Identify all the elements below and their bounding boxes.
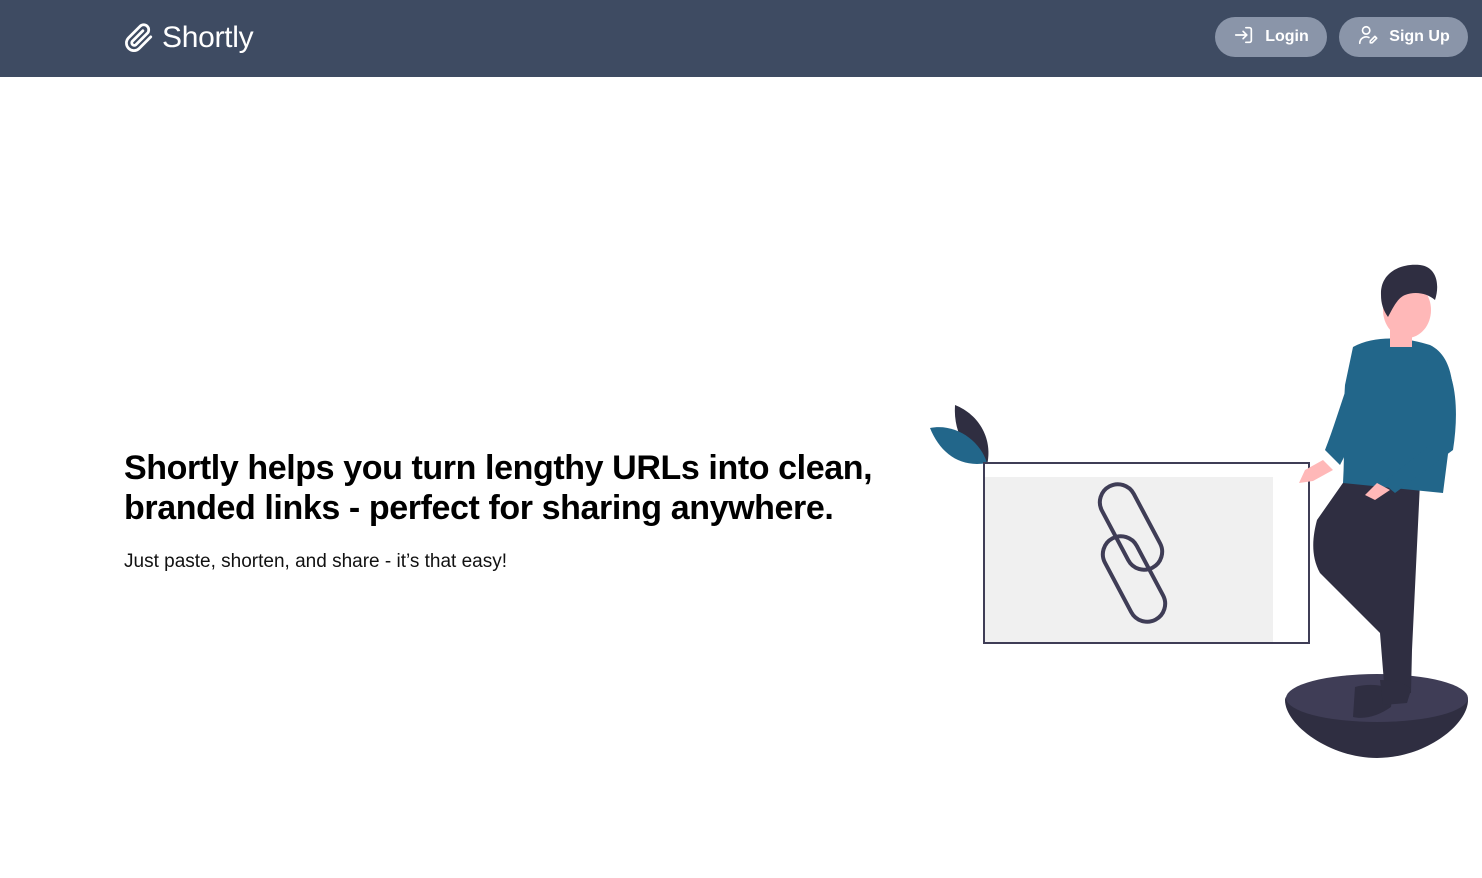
person-legs <box>1313 480 1420 695</box>
user-edit-icon <box>1357 24 1379 51</box>
login-label: Login <box>1265 28 1309 45</box>
brand-link[interactable]: Shortly <box>124 18 254 58</box>
hero-title: Shortly helps you turn lengthy URLs into… <box>124 449 873 527</box>
brand-name: Shortly <box>162 21 254 54</box>
hero-illustration <box>930 264 1468 758</box>
hero-subtitle: Just paste, shorten, and share - it’s th… <box>124 551 508 572</box>
signup-button[interactable]: Sign Up <box>1339 17 1468 57</box>
signup-label: Sign Up <box>1389 28 1450 45</box>
navbar: Shortly Login Sign Up <box>0 0 1482 77</box>
login-arrow-icon <box>1233 24 1255 51</box>
paperclip-icon <box>124 23 154 53</box>
login-button[interactable]: Login <box>1215 17 1327 57</box>
